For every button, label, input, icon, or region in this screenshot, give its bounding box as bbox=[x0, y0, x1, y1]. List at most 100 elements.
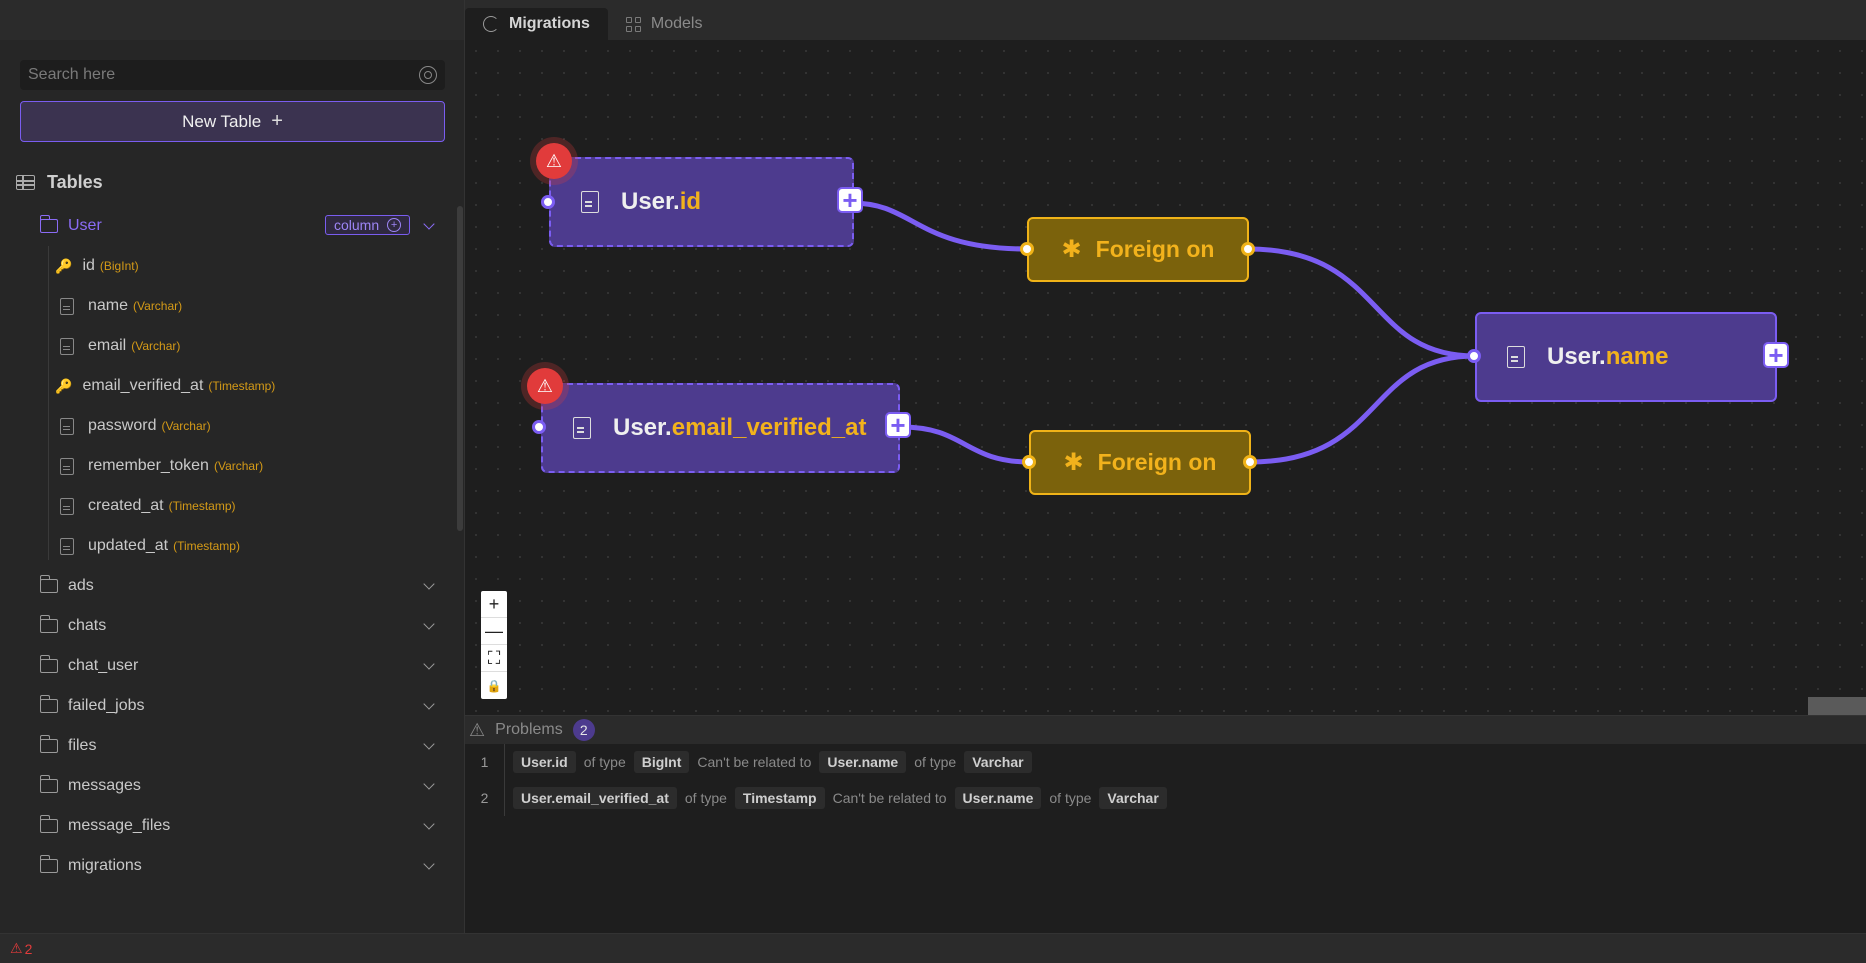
column-type: (Timestamp) bbox=[173, 539, 240, 553]
sidebar: New Table + Tables User column + 🔑 id bbox=[0, 0, 465, 933]
zoom-in-button[interactable]: + bbox=[481, 591, 507, 618]
chevron-down-icon[interactable] bbox=[423, 218, 435, 230]
document-icon bbox=[60, 337, 74, 355]
table-item-ads[interactable]: ads bbox=[0, 566, 455, 606]
tab-models[interactable]: Models bbox=[608, 8, 721, 40]
table-name: chat_user bbox=[68, 657, 139, 674]
plus-circle-icon: + bbox=[387, 218, 402, 232]
chevron-down-icon[interactable] bbox=[423, 578, 435, 590]
table-item-chats[interactable]: chats bbox=[0, 606, 455, 646]
node-foreign-on-2[interactable]: ✱ Foreign on bbox=[1029, 430, 1251, 495]
minimap[interactable] bbox=[1808, 697, 1866, 715]
folder-icon bbox=[39, 735, 58, 753]
flow-canvas[interactable]: User. id ⚠ + ✱ Foreign on User. email_veri… bbox=[465, 40, 1866, 715]
column-name: id bbox=[82, 257, 95, 274]
chevron-down-icon[interactable] bbox=[423, 818, 435, 830]
column-item[interactable]: password (Varchar) bbox=[60, 406, 455, 446]
plus-icon: + bbox=[271, 110, 283, 132]
source-handle[interactable] bbox=[1241, 242, 1255, 256]
chevron-down-icon[interactable] bbox=[423, 778, 435, 790]
column-name: created_at bbox=[88, 497, 164, 514]
problems-header[interactable]: ⚠ Problems 2 bbox=[465, 716, 1866, 744]
document-icon bbox=[1507, 346, 1525, 368]
target-handle[interactable] bbox=[1467, 349, 1481, 363]
folder-icon bbox=[39, 615, 58, 633]
key-icon: 🔑 bbox=[55, 257, 73, 274]
node-user-name[interactable]: User. name bbox=[1475, 312, 1777, 402]
add-relation-handle[interactable]: + bbox=[837, 187, 863, 213]
problem-row[interactable]: 2 User.email_verified_at of type Timesta… bbox=[465, 780, 1866, 816]
table-item-message-files[interactable]: message_files bbox=[0, 806, 455, 846]
column-type: (Timestamp) bbox=[168, 499, 236, 513]
table-item-user[interactable]: User column + bbox=[0, 206, 455, 246]
node-user-email-verified-at[interactable]: User. email_verified_at bbox=[541, 383, 900, 473]
table-item-failed-jobs[interactable]: failed_jobs bbox=[0, 686, 455, 726]
problem-row[interactable]: 1 User.id of type BigInt Can't be relate… bbox=[465, 744, 1866, 780]
target-handle[interactable] bbox=[1020, 242, 1034, 256]
tab-label: Migrations bbox=[509, 15, 590, 32]
column-item[interactable]: name (Varchar) bbox=[60, 286, 455, 326]
edge-foreign2-to-user-name bbox=[1249, 353, 1476, 465]
add-column-button[interactable]: column + bbox=[325, 215, 411, 235]
tab-migrations[interactable]: Migrations bbox=[465, 8, 608, 40]
problem-text: of type bbox=[583, 754, 626, 770]
status-problem-count[interactable]: 2 bbox=[25, 941, 33, 957]
table-item-files[interactable]: files bbox=[0, 726, 455, 766]
new-table-button[interactable]: New Table + bbox=[20, 101, 445, 142]
sidebar-scrollbar[interactable] bbox=[457, 206, 463, 531]
table-item-chat-user[interactable]: chat_user bbox=[0, 646, 455, 686]
field-chip: User.name bbox=[954, 787, 1042, 809]
target-handle[interactable] bbox=[1022, 455, 1036, 469]
column-type: (Varchar) bbox=[133, 299, 183, 313]
chevron-down-icon[interactable] bbox=[423, 658, 435, 670]
table-name: message_files bbox=[68, 817, 171, 834]
target-handle[interactable] bbox=[541, 195, 555, 209]
column-item[interactable]: remember_token (Varchar) bbox=[60, 446, 455, 486]
problem-text: of type bbox=[684, 790, 727, 806]
column-item[interactable]: 🔑 email_verified_at (Timestamp) bbox=[55, 366, 455, 406]
document-icon bbox=[573, 417, 591, 439]
search-input[interactable] bbox=[28, 66, 419, 84]
source-handle[interactable] bbox=[1243, 455, 1257, 469]
warning-icon: ⚠ bbox=[469, 719, 486, 740]
column-item[interactable]: created_at (Timestamp) bbox=[60, 486, 455, 526]
node-foreign-on-1[interactable]: ✱ Foreign on bbox=[1027, 217, 1249, 282]
grid-icon bbox=[625, 16, 641, 32]
column-type: (Varchar) bbox=[161, 419, 211, 433]
folder-icon bbox=[39, 775, 58, 793]
zoom-controls: + — ⛶ 🔒 bbox=[481, 591, 507, 699]
add-relation-handle[interactable]: + bbox=[1763, 342, 1789, 368]
warning-triangle-icon: ⚠ bbox=[536, 143, 572, 179]
chevron-down-icon[interactable] bbox=[423, 858, 435, 870]
problem-text: Can't be related to bbox=[697, 754, 812, 770]
new-table-label: New Table bbox=[182, 111, 262, 131]
column-item[interactable]: 🔑 id (BigInt) bbox=[55, 246, 455, 286]
chevron-down-icon[interactable] bbox=[423, 738, 435, 750]
edge-user-id-to-foreign bbox=[851, 200, 1029, 252]
lock-button[interactable]: 🔒 bbox=[481, 672, 507, 699]
tab-label: Models bbox=[650, 15, 703, 32]
warning-icon[interactable]: ⚠ bbox=[10, 940, 23, 957]
target-handle[interactable] bbox=[532, 420, 546, 434]
problem-number: 2 bbox=[465, 780, 505, 816]
chevron-down-icon[interactable] bbox=[423, 698, 435, 710]
field-chip: User.email_verified_at bbox=[513, 787, 677, 809]
table-name: chats bbox=[68, 617, 107, 634]
sidebar-top-bar bbox=[0, 0, 464, 40]
column-item[interactable]: email (Varchar) bbox=[60, 326, 455, 366]
fit-view-button[interactable]: ⛶ bbox=[481, 645, 507, 672]
node-user-id[interactable]: User. id bbox=[549, 157, 854, 247]
column-type: (Varchar) bbox=[131, 339, 181, 353]
table-item-migrations[interactable]: migrations bbox=[0, 846, 455, 886]
search-icon[interactable] bbox=[419, 66, 437, 84]
column-item[interactable]: updated_at (Timestamp) bbox=[60, 526, 455, 566]
table-item-messages[interactable]: messages bbox=[0, 766, 455, 806]
chevron-down-icon[interactable] bbox=[423, 618, 435, 630]
edge-email-to-foreign bbox=[901, 424, 1031, 465]
table-name: failed_jobs bbox=[68, 697, 145, 714]
folder-icon bbox=[39, 655, 58, 673]
search-box[interactable] bbox=[20, 60, 445, 90]
add-relation-handle[interactable]: + bbox=[885, 412, 911, 438]
field-chip: User.id bbox=[513, 751, 576, 773]
zoom-out-button[interactable]: — bbox=[481, 618, 507, 645]
